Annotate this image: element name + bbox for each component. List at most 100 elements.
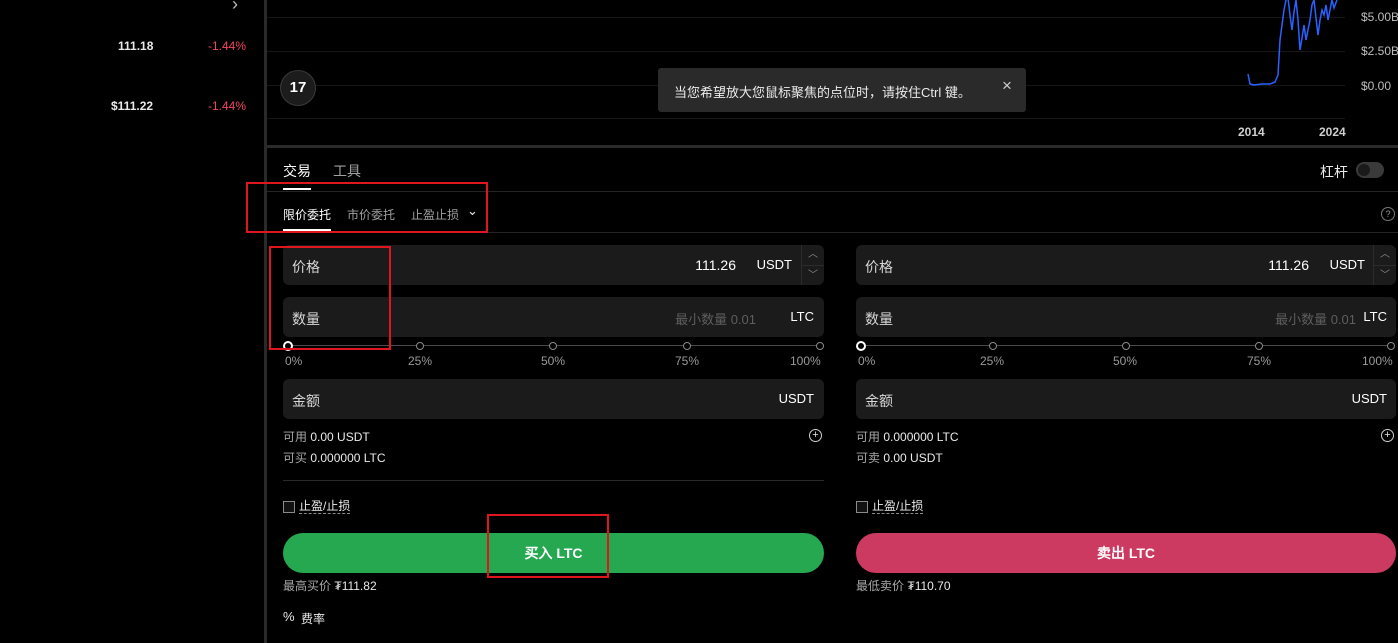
available-label: 可用 [283, 430, 308, 444]
slider-step-dot[interactable] [1255, 342, 1263, 350]
divider [283, 480, 824, 481]
slider-step-dot[interactable] [1387, 342, 1395, 350]
tab-trade[interactable]: 交易 [283, 161, 311, 181]
tpsl-label[interactable]: 止盈/止损 [872, 499, 924, 514]
sell-quantity-input[interactable]: 数量 最小数量 0.01 LTC [856, 297, 1396, 337]
slider-step-dot[interactable] [989, 342, 997, 350]
slider-label: 100% [1362, 354, 1393, 368]
best-ask-value: ₮110.70 [907, 579, 951, 593]
highlight-box [487, 514, 609, 578]
leverage-toggle[interactable] [1356, 162, 1384, 178]
market-row-change: -1.44% [208, 39, 247, 53]
leverage-label: 杠杆 [1320, 164, 1348, 180]
max-sell-value: 0.00 USDT [883, 451, 943, 465]
chevron-right-icon[interactable]: › [232, 0, 238, 15]
slider-step-dot[interactable] [816, 342, 824, 350]
price-value[interactable]: 111.26 [1268, 257, 1309, 273]
price-stepper[interactable]: ︿ ﹀ [801, 245, 824, 285]
chart-gridline [267, 118, 1345, 119]
tradingview-logo-icon[interactable]: 17 [280, 70, 316, 106]
amount-label: 金额 [865, 393, 893, 409]
tpsl-checkbox[interactable] [856, 501, 868, 513]
price-value[interactable]: 111.26 [695, 257, 736, 273]
slider-label: 0% [285, 354, 303, 368]
quantity-placeholder: 最小数量 0.01 [1275, 312, 1356, 327]
best-ask: 最低卖价 ₮110.70 [856, 577, 951, 594]
tpsl-checkbox[interactable] [283, 501, 295, 513]
slider-label: 0% [858, 354, 876, 368]
slider-step-dot[interactable] [416, 342, 424, 350]
price-unit: USDT [756, 257, 792, 272]
slider-label: 25% [980, 354, 1005, 368]
x-axis-label: 2014 [1238, 125, 1265, 139]
chart-series-line [1247, 0, 1338, 86]
sell-price-input[interactable]: 价格 111.26 USDT ︿ ﹀ [856, 245, 1396, 285]
toggle-knob [1358, 164, 1370, 176]
sell-available: 可用 0.000000 LTC [856, 428, 959, 445]
market-row-change: -1.44% [208, 99, 247, 113]
y-axis-label: $2.50B [1361, 44, 1398, 58]
slider-label: 50% [541, 354, 566, 368]
market-row-price: 111.18 [118, 39, 154, 53]
highlight-box [269, 246, 391, 350]
chart-gridline [267, 51, 1345, 52]
best-bid: 最高买价 ₮111.82 [283, 577, 377, 594]
available-value: 0.00 USDT [310, 430, 370, 444]
amount-unit: USDT [1351, 391, 1387, 406]
slider-step-dot[interactable] [683, 342, 691, 350]
best-bid-value: ₮111.82 [334, 579, 377, 593]
buy-max: 可买 0.000000 LTC [283, 449, 386, 466]
best-bid-label: 最高买价 [283, 579, 332, 593]
quantity-label: 数量 [865, 311, 893, 327]
quantity-placeholder: 最小数量 0.01 [675, 312, 756, 327]
panel-divider[interactable] [267, 145, 1398, 148]
quantity-unit: LTC [1363, 309, 1387, 324]
slider-label: 50% [1113, 354, 1138, 368]
max-buy-label: 可买 [283, 451, 308, 465]
tpsl-label[interactable]: 止盈/止损 [299, 499, 351, 514]
sell-button[interactable]: 卖出 LTC [856, 533, 1396, 573]
amount-label: 金额 [292, 393, 320, 409]
slider-handle[interactable] [856, 341, 866, 351]
plus-circle-icon[interactable]: + [1381, 429, 1394, 442]
zoom-hint-tooltip: 当您希望放大您鼠标聚焦的点位时，请按住Ctrl 键。 × [658, 68, 1026, 112]
y-axis-label: $0.00 [1361, 79, 1392, 93]
slider-label: 75% [675, 354, 700, 368]
price-label: 价格 [865, 259, 893, 275]
tooltip-text: 当您希望放大您鼠标聚焦的点位时，请按住Ctrl 键。 [674, 85, 971, 100]
max-buy-value: 0.000000 LTC [310, 451, 386, 465]
x-axis-label: 2024 [1319, 125, 1346, 139]
fee-rate-link[interactable]: 费率 [301, 610, 325, 627]
available-label: 可用 [856, 430, 881, 444]
chart-gridline [267, 17, 1345, 18]
price-stepper[interactable]: ︿ ﹀ [1373, 245, 1396, 285]
plus-circle-icon[interactable]: + [809, 429, 822, 442]
buy-total-input[interactable]: 金额 USDT [283, 379, 824, 419]
market-list-panel: › 111.18 -1.44% $111.22 -1.44% [0, 0, 264, 643]
max-sell-label: 可卖 [856, 451, 881, 465]
best-ask-label: 最低卖价 [856, 579, 905, 593]
chevron-down-icon[interactable]: ﹀ [802, 265, 824, 286]
chevron-up-icon[interactable]: ︿ [1374, 245, 1396, 265]
slider-label: 25% [408, 354, 433, 368]
help-icon[interactable]: ? [1381, 207, 1395, 221]
highlight-box [246, 182, 488, 233]
market-row-price: $111.22 [111, 99, 154, 113]
chevron-down-icon[interactable]: ﹀ [1374, 265, 1396, 286]
amount-unit: USDT [778, 391, 814, 406]
slider-label: 100% [790, 354, 821, 368]
close-icon[interactable]: × [1002, 76, 1012, 96]
price-unit: USDT [1329, 257, 1365, 272]
available-value: 0.000000 LTC [883, 430, 959, 444]
slider-step-dot[interactable] [1122, 342, 1130, 350]
y-axis-label: $5.00B [1361, 10, 1398, 24]
sell-total-input[interactable]: 金额 USDT [856, 379, 1396, 419]
tab-tools[interactable]: 工具 [333, 161, 361, 181]
buy-available: 可用 0.00 USDT [283, 428, 370, 445]
slider-step-dot[interactable] [549, 342, 557, 350]
chevron-up-icon[interactable]: ︿ [802, 245, 824, 265]
sell-max: 可卖 0.00 USDT [856, 449, 943, 466]
slider-label: 75% [1247, 354, 1272, 368]
quantity-unit: LTC [790, 309, 814, 324]
percent-icon[interactable]: % [283, 609, 295, 624]
